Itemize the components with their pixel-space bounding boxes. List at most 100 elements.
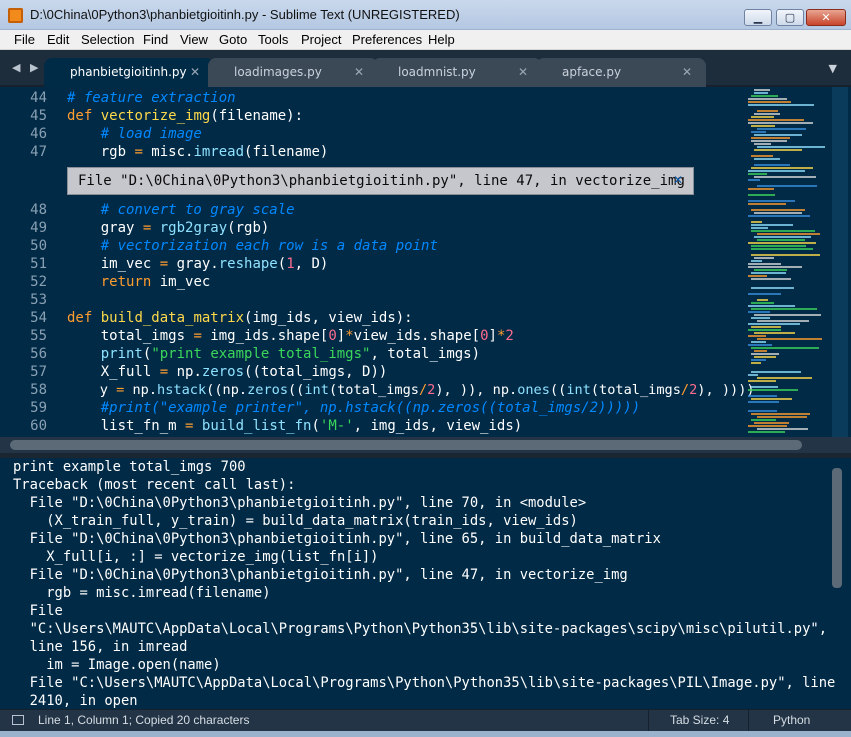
status-divider (748, 710, 749, 732)
build-output-panel[interactable]: print example total_imgs 700 Traceback (… (0, 458, 851, 709)
code-editor[interactable]: 44 45 46 47 48 49 50 51 52 53 54 55 56 5… (0, 87, 851, 437)
minimap-stroke (748, 98, 787, 100)
minimap-stroke (754, 158, 780, 160)
minimap-stroke (751, 308, 817, 310)
minimap-stroke (754, 134, 802, 136)
code-line: #print("example printer", np.hstack((np.… (100, 400, 641, 416)
minimap-stroke (751, 359, 766, 361)
minimap-stroke (751, 140, 787, 142)
status-bar: Line 1, Column 1; Copied 20 characters T… (0, 709, 851, 732)
minimap-stroke (751, 131, 766, 133)
tab-close-icon[interactable]: ✕ (518, 65, 528, 79)
tab-close-icon[interactable]: ✕ (682, 65, 692, 79)
minimap-stroke (754, 269, 787, 271)
menu-view[interactable]: View (180, 32, 208, 47)
minimap-stroke (748, 425, 787, 427)
minimap-stroke (754, 422, 789, 424)
minimap-stroke (754, 176, 816, 178)
close-window-button[interactable]: ✕ (806, 9, 846, 26)
minimap-stroke (757, 299, 768, 301)
minimap-stroke (751, 287, 794, 289)
minimap-stroke (751, 317, 770, 319)
minimap-stroke (751, 371, 801, 373)
minimap-stroke (751, 227, 768, 229)
output-line: File (13, 603, 63, 619)
line-number: 49 (30, 220, 47, 236)
menu-help[interactable]: Help (428, 32, 455, 47)
menu-edit[interactable]: Edit (47, 32, 69, 47)
tab-apface[interactable]: apface.py ✕ (536, 58, 706, 87)
window-title: D:\0China\0Python3\phanbietgioitinh.py -… (30, 7, 460, 22)
menu-tools[interactable]: Tools (258, 32, 288, 47)
minimap-stroke (748, 104, 814, 106)
close-icon[interactable]: ✕ (673, 173, 683, 187)
code-line: return im_vec (100, 274, 211, 290)
minimap-stroke (748, 266, 802, 268)
menu-find[interactable]: Find (143, 32, 168, 47)
line-number: 54 (30, 310, 47, 326)
tab-dropdown-icon[interactable]: ▼ (829, 62, 837, 75)
tab-size-status[interactable]: Tab Size: 4 (670, 713, 729, 727)
line-number: 48 (30, 202, 47, 218)
editor-horizontal-scrollbar[interactable] (10, 440, 802, 450)
output-line: line 156, in imread (13, 639, 188, 655)
maximize-button[interactable]: ▢ (776, 9, 804, 26)
minimize-button[interactable]: ▁ (744, 9, 772, 26)
minimap-stroke (751, 209, 805, 211)
code-line: gray = rgb2gray(rgb) (67, 220, 270, 236)
minimap-stroke (751, 362, 761, 364)
error-popup-text: File "D:\0China\0Python3\phanbietgioitin… (78, 173, 685, 189)
tab-close-icon[interactable]: ✕ (354, 65, 364, 79)
tab-phanbietgioitinh[interactable]: phanbietgioitinh.py ✕ (44, 58, 214, 87)
title-bar: D:\0China\0Python3\phanbietgioitinh.py -… (0, 0, 851, 30)
minimap-stroke (754, 89, 770, 91)
minimap-stroke (748, 389, 798, 391)
tab-right-arrow-icon[interactable]: ▶ (30, 61, 38, 74)
line-number: 60 (30, 418, 47, 434)
minimap-stroke (748, 203, 786, 205)
minimap-stroke (757, 428, 808, 430)
output-line: im = Image.open(name) (13, 657, 221, 673)
minimap-stroke (748, 380, 776, 382)
menu-goto[interactable]: Goto (219, 32, 247, 47)
line-number: 53 (30, 292, 47, 308)
taskbar-edge (0, 731, 851, 737)
minimap-stroke (748, 242, 816, 244)
code-line: def build_data_matrix(img_ids, view_ids)… (67, 310, 413, 326)
tab-loadmnist[interactable]: loadmnist.py ✕ (372, 58, 542, 87)
code-line: total_imgs = img_ids.shape[0]*view_ids.s… (67, 328, 514, 344)
syntax-status[interactable]: Python (773, 713, 810, 727)
minimap-stroke (748, 215, 810, 217)
editor-vertical-scrollbar[interactable] (832, 87, 848, 437)
menu-file[interactable]: File (14, 32, 35, 47)
minimap-stroke (754, 314, 821, 316)
minimap-stroke (751, 125, 775, 127)
tab-close-icon[interactable]: ✕ (190, 65, 200, 79)
line-number: 45 (30, 108, 47, 124)
code-line: list_fn_m = build_list_fn('M-', img_ids,… (67, 418, 523, 434)
menu-selection[interactable]: Selection (81, 32, 134, 47)
minimap-stroke (748, 431, 785, 433)
tab-left-arrow-icon[interactable]: ◀ (12, 61, 20, 74)
minimap-stroke (751, 137, 790, 139)
sublime-window: D:\0China\0Python3\phanbietgioitinh.py -… (0, 0, 851, 737)
minimap[interactable] (748, 87, 828, 437)
minimap-stroke (751, 272, 786, 274)
minimap-stroke (748, 395, 777, 397)
minimap-stroke (751, 224, 793, 226)
menu-preferences[interactable]: Preferences (352, 32, 422, 47)
minimap-stroke (751, 95, 778, 97)
minimap-stroke (754, 257, 774, 259)
minimap-stroke (754, 212, 802, 214)
menu-project[interactable]: Project (301, 32, 341, 47)
minimap-stroke (748, 401, 779, 403)
panel-toggle-icon[interactable] (12, 715, 24, 725)
minimap-stroke (751, 167, 813, 169)
minimap-stroke (757, 338, 822, 340)
tab-loadimages[interactable]: loadimages.py ✕ (208, 58, 378, 87)
line-number: 44 (30, 90, 47, 106)
minimap-stroke (748, 188, 774, 190)
output-vertical-scrollbar[interactable] (832, 468, 842, 588)
output-line: File "D:\0China\0Python3\phanbietgioitin… (13, 567, 628, 583)
minimap-stroke (748, 311, 770, 313)
